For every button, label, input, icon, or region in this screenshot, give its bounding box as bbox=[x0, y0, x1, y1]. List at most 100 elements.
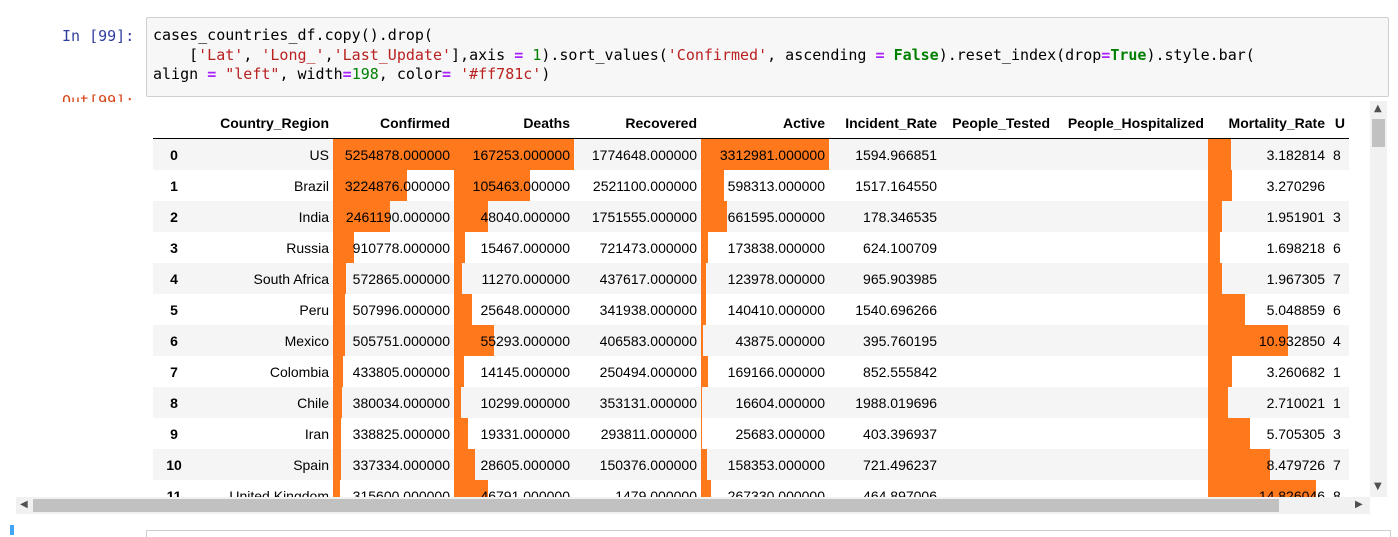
bar-cell: 315600.000000 bbox=[333, 480, 454, 497]
code-token: [ bbox=[153, 45, 199, 64]
data-bar bbox=[1208, 294, 1245, 325]
code-token: , color bbox=[378, 65, 442, 83]
bar-cell: 505751.000000 bbox=[333, 325, 454, 356]
table-cell: South Africa bbox=[195, 263, 333, 294]
code-token: 'Confirmed' bbox=[667, 45, 768, 64]
code-token: ).reset_index(drop bbox=[938, 45, 1102, 64]
cell-value: 505751.000000 bbox=[352, 332, 450, 349]
data-bar bbox=[333, 263, 347, 294]
cell-value: 337334.000000 bbox=[352, 456, 450, 473]
table-row: 11 United Kingdom 315600.000000 46791.00000… bbox=[153, 480, 1349, 497]
code-token: , bbox=[243, 45, 262, 64]
cell-value: 14145.000000 bbox=[480, 363, 570, 380]
code-token: , width bbox=[279, 65, 343, 83]
row-index: 2 bbox=[153, 201, 195, 232]
horizontal-scrollbar[interactable]: ◀ ▶ bbox=[16, 497, 1370, 514]
table-cell: 2521100.000000 bbox=[592, 177, 697, 194]
table-cell: Russia bbox=[286, 239, 329, 256]
table-cell bbox=[1054, 294, 1208, 325]
data-bar bbox=[701, 356, 708, 387]
table-cell: Brazil bbox=[293, 177, 329, 194]
table-cell: 1988.019696 bbox=[829, 387, 941, 418]
next-code-cell[interactable] bbox=[146, 530, 1391, 537]
cell-value: 3.260682 bbox=[1266, 363, 1325, 380]
table-row: 10 Spain 337334.000000 28605.000000 150376.0… bbox=[153, 449, 1349, 480]
code-token: ).style.bar( bbox=[1146, 45, 1255, 64]
table-row: 5 Peru 507996.000000 25648.000000 341938.000… bbox=[153, 294, 1349, 325]
table-cell: 3 bbox=[1329, 201, 1349, 232]
bar-cell: 661595.000000 bbox=[701, 201, 829, 232]
bar-cell: 338825.000000 bbox=[333, 418, 454, 449]
cell-value: 167253.000000 bbox=[472, 146, 570, 163]
cell-value: 380034.000000 bbox=[352, 394, 450, 411]
bar-cell: 19331.000000 bbox=[454, 418, 574, 449]
bar-cell: 14.826046 bbox=[1208, 480, 1329, 497]
bar-cell: 1.967305 bbox=[1208, 263, 1329, 294]
bar-cell: 25648.000000 bbox=[454, 294, 574, 325]
data-bar bbox=[333, 232, 354, 263]
column-header: Confirmed bbox=[333, 108, 454, 139]
column-header: Recovered bbox=[574, 108, 701, 139]
table-cell bbox=[1054, 387, 1208, 418]
table-cell: Chile bbox=[195, 387, 333, 418]
column-header bbox=[153, 108, 195, 139]
vertical-scrollbar[interactable]: ▲ ▼ bbox=[1370, 101, 1387, 497]
cell-value: 2461190.000000 bbox=[345, 208, 450, 225]
cell-value: 11270.000000 bbox=[481, 270, 571, 287]
table-cell bbox=[1054, 263, 1208, 294]
table-cell: 464.897006 bbox=[863, 487, 937, 498]
table-cell bbox=[1329, 170, 1349, 201]
cell-value: 433805.000000 bbox=[352, 363, 450, 380]
output-area: Country_Region Confirmed Deaths Recovered Ac… bbox=[16, 101, 1392, 517]
cell-value: 338825.000000 bbox=[352, 425, 450, 442]
bar-cell: 5254878.000000 bbox=[333, 138, 454, 170]
cell-value: 55293.000000 bbox=[480, 332, 570, 349]
scroll-left-icon[interactable]: ◀ bbox=[20, 500, 28, 510]
table-cell: Spain bbox=[195, 449, 333, 480]
code-token: align bbox=[153, 65, 208, 83]
scroll-up-icon[interactable]: ▲ bbox=[1374, 104, 1382, 114]
table-cell bbox=[941, 232, 1054, 263]
table-cell: Peru bbox=[299, 301, 329, 318]
data-bar bbox=[333, 356, 343, 387]
code-cell[interactable]: cases_countries_df.copy().drop( ['Lat' , … bbox=[146, 17, 1389, 97]
column-header: Deaths bbox=[454, 108, 574, 139]
bar-cell: 507996.000000 bbox=[333, 294, 454, 325]
table-cell: India bbox=[195, 201, 333, 232]
scroll-down-icon[interactable]: ▼ bbox=[1374, 482, 1382, 492]
cell-value: 16604.000000 bbox=[735, 394, 825, 411]
bar-cell: 3.270296 bbox=[1208, 170, 1329, 201]
table-cell: 341938.000000 bbox=[599, 301, 697, 318]
data-bar bbox=[701, 232, 708, 263]
bar-cell: 5.705305 bbox=[1208, 418, 1329, 449]
header-row: Country_Region Confirmed Deaths Recovered Ac… bbox=[153, 108, 1349, 139]
cell-value: 1.967305 bbox=[1266, 270, 1325, 287]
code-text[interactable]: cases_countries_df.copy().drop( ['Lat' , … bbox=[153, 26, 1255, 85]
table-cell bbox=[1054, 201, 1208, 232]
table-row: 2 India 2461190.000000 48040.000000 1751555.… bbox=[153, 201, 1349, 232]
horizontal-scroll-thumb[interactable] bbox=[33, 499, 1279, 512]
data-bar bbox=[333, 418, 341, 449]
table-cell bbox=[941, 418, 1054, 449]
data-bar bbox=[1208, 449, 1270, 480]
data-bar bbox=[333, 480, 341, 497]
scroll-right-icon[interactable]: ▶ bbox=[1355, 500, 1363, 510]
data-bar bbox=[701, 201, 727, 232]
vertical-scroll-thumb[interactable] bbox=[1372, 119, 1385, 147]
bar-cell: 2461190.000000 bbox=[333, 201, 454, 232]
bar-cell: 598313.000000 bbox=[701, 170, 829, 201]
cell-value: 8.479726 bbox=[1266, 456, 1325, 473]
row-index: 10 bbox=[153, 449, 195, 480]
row-index: 1 bbox=[170, 177, 178, 194]
cell-value: 2.710021 bbox=[1266, 394, 1325, 411]
table-cell: 8 bbox=[1329, 138, 1349, 170]
bar-cell: 3.260682 bbox=[1208, 356, 1329, 387]
table-cell: Mexico bbox=[195, 325, 333, 356]
bar-cell: 3.182814 bbox=[1208, 138, 1329, 170]
bar-cell: 43875.000000 bbox=[701, 325, 829, 356]
table-row: 0 US 5254878.000000 167253.000000 1774648.00… bbox=[153, 138, 1349, 170]
cell-value: 3.182814 bbox=[1266, 146, 1325, 163]
table-cell bbox=[1054, 449, 1208, 480]
